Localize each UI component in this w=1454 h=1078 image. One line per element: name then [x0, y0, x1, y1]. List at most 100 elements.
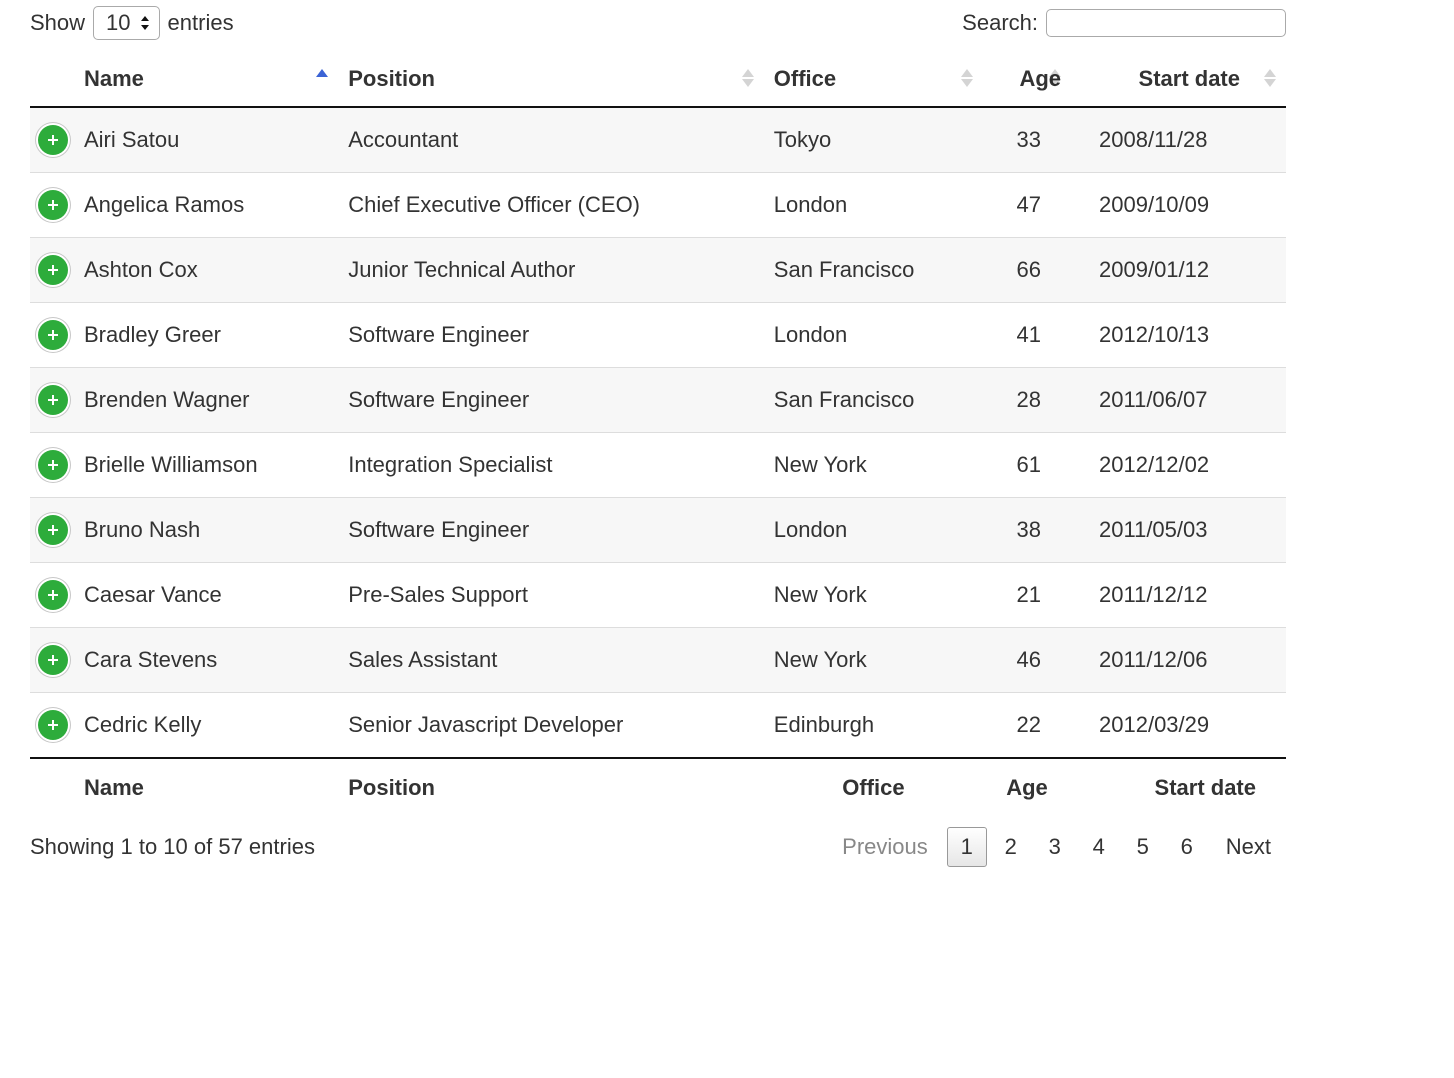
- cell-position: Junior Technical Author: [338, 238, 764, 303]
- pagination-page-5[interactable]: 5: [1123, 827, 1163, 867]
- table-row: Cara StevensSales AssistantNew York46201…: [30, 628, 1286, 693]
- plus-circle-icon[interactable]: [38, 515, 68, 545]
- cell-position: Software Engineer: [338, 303, 764, 368]
- header-age[interactable]: Age: [983, 52, 1071, 107]
- cell-start-date: 2012/12/02: [1071, 433, 1286, 498]
- plus-circle-icon[interactable]: [38, 645, 68, 675]
- pagination: Previous123456Next: [827, 827, 1286, 867]
- cell-position: Pre-Sales Support: [338, 563, 764, 628]
- table-body: Airi SatouAccountantTokyo332008/11/28Ang…: [30, 107, 1286, 758]
- table-row: Bradley GreerSoftware EngineerLondon4120…: [30, 303, 1286, 368]
- cell-position: Chief Executive Officer (CEO): [338, 173, 764, 238]
- length-prefix-label: Show: [30, 10, 85, 36]
- table-row: Caesar VancePre-Sales SupportNew York212…: [30, 563, 1286, 628]
- header-name[interactable]: Name: [74, 52, 338, 107]
- cell-age: 66: [983, 238, 1071, 303]
- length-menu: Show 10 entries: [30, 6, 234, 40]
- length-select[interactable]: 10: [93, 6, 159, 40]
- table-bottom-bar: Showing 1 to 10 of 57 entries Previous12…: [30, 827, 1286, 867]
- sort-both-icon: [961, 69, 975, 89]
- pagination-page-2[interactable]: 2: [991, 827, 1031, 867]
- table-top-bar: Show 10 entries Search:: [30, 6, 1286, 40]
- cell-name: Bruno Nash: [74, 498, 338, 563]
- pagination-page-1[interactable]: 1: [947, 827, 987, 867]
- cell-age: 38: [983, 498, 1071, 563]
- row-expand-cell: [30, 303, 74, 368]
- pagination-next[interactable]: Next: [1211, 827, 1286, 867]
- cell-start-date: 2008/11/28: [1071, 107, 1286, 173]
- plus-circle-icon[interactable]: [38, 255, 68, 285]
- plus-circle-icon[interactable]: [38, 385, 68, 415]
- plus-circle-icon[interactable]: [38, 450, 68, 480]
- sort-both-icon: [742, 69, 756, 89]
- cell-office: New York: [764, 628, 983, 693]
- plus-circle-icon[interactable]: [38, 125, 68, 155]
- footer-position: Position: [338, 758, 764, 817]
- cell-start-date: 2011/12/06: [1071, 628, 1286, 693]
- cell-age: 41: [983, 303, 1071, 368]
- length-select-value: 10: [106, 10, 130, 36]
- cell-name: Cedric Kelly: [74, 693, 338, 759]
- cell-start-date: 2011/05/03: [1071, 498, 1286, 563]
- plus-circle-icon[interactable]: [38, 320, 68, 350]
- cell-name: Bradley Greer: [74, 303, 338, 368]
- select-arrows-icon: [139, 14, 153, 32]
- cell-name: Angelica Ramos: [74, 173, 338, 238]
- cell-age: 46: [983, 628, 1071, 693]
- plus-circle-icon[interactable]: [38, 580, 68, 610]
- cell-start-date: 2009/10/09: [1071, 173, 1286, 238]
- row-expand-cell: [30, 498, 74, 563]
- pagination-page-4[interactable]: 4: [1079, 827, 1119, 867]
- sort-both-icon: [1049, 69, 1063, 89]
- datatable-container: Show 10 entries Search: Nam: [30, 0, 1286, 877]
- pagination-page-6[interactable]: 6: [1167, 827, 1207, 867]
- cell-name: Airi Satou: [74, 107, 338, 173]
- plus-circle-icon[interactable]: [38, 190, 68, 220]
- header-name-label: Name: [84, 66, 144, 91]
- cell-position: Sales Assistant: [338, 628, 764, 693]
- cell-office: New York: [764, 433, 983, 498]
- cell-office: Tokyo: [764, 107, 983, 173]
- cell-position: Integration Specialist: [338, 433, 764, 498]
- table-foot: Name Position Office Age Start date: [30, 758, 1286, 817]
- header-position[interactable]: Position: [338, 52, 764, 107]
- header-expand-col: [30, 52, 74, 107]
- table-head: Name Position Office: [30, 52, 1286, 107]
- plus-circle-icon[interactable]: [38, 710, 68, 740]
- length-suffix-label: entries: [168, 10, 234, 36]
- header-start-date[interactable]: Start date: [1071, 52, 1286, 107]
- table-row: Ashton CoxJunior Technical AuthorSan Fra…: [30, 238, 1286, 303]
- row-expand-cell: [30, 238, 74, 303]
- cell-office: San Francisco: [764, 238, 983, 303]
- cell-start-date: 2009/01/12: [1071, 238, 1286, 303]
- table-row: Brenden WagnerSoftware EngineerSan Franc…: [30, 368, 1286, 433]
- cell-office: Edinburgh: [764, 693, 983, 759]
- cell-office: New York: [764, 563, 983, 628]
- cell-office: London: [764, 173, 983, 238]
- table-row: Cedric KellySenior Javascript DeveloperE…: [30, 693, 1286, 759]
- cell-start-date: 2012/10/13: [1071, 303, 1286, 368]
- pagination-page-3[interactable]: 3: [1035, 827, 1075, 867]
- cell-name: Brielle Williamson: [74, 433, 338, 498]
- pagination-previous: Previous: [827, 827, 943, 867]
- table-row: Angelica RamosChief Executive Officer (C…: [30, 173, 1286, 238]
- cell-age: 61: [983, 433, 1071, 498]
- cell-start-date: 2011/06/07: [1071, 368, 1286, 433]
- cell-start-date: 2012/03/29: [1071, 693, 1286, 759]
- cell-age: 22: [983, 693, 1071, 759]
- row-expand-cell: [30, 628, 74, 693]
- row-expand-cell: [30, 368, 74, 433]
- sort-asc-icon: [316, 69, 330, 89]
- data-table: Name Position Office: [30, 52, 1286, 817]
- header-office-label: Office: [774, 66, 836, 91]
- search-label: Search:: [962, 10, 1038, 36]
- row-expand-cell: [30, 433, 74, 498]
- footer-age: Age: [983, 758, 1071, 817]
- header-office[interactable]: Office: [764, 52, 983, 107]
- footer-name: Name: [74, 758, 338, 817]
- row-expand-cell: [30, 693, 74, 759]
- cell-office: London: [764, 498, 983, 563]
- search-control: Search:: [962, 9, 1286, 37]
- cell-age: 47: [983, 173, 1071, 238]
- search-input[interactable]: [1046, 9, 1286, 37]
